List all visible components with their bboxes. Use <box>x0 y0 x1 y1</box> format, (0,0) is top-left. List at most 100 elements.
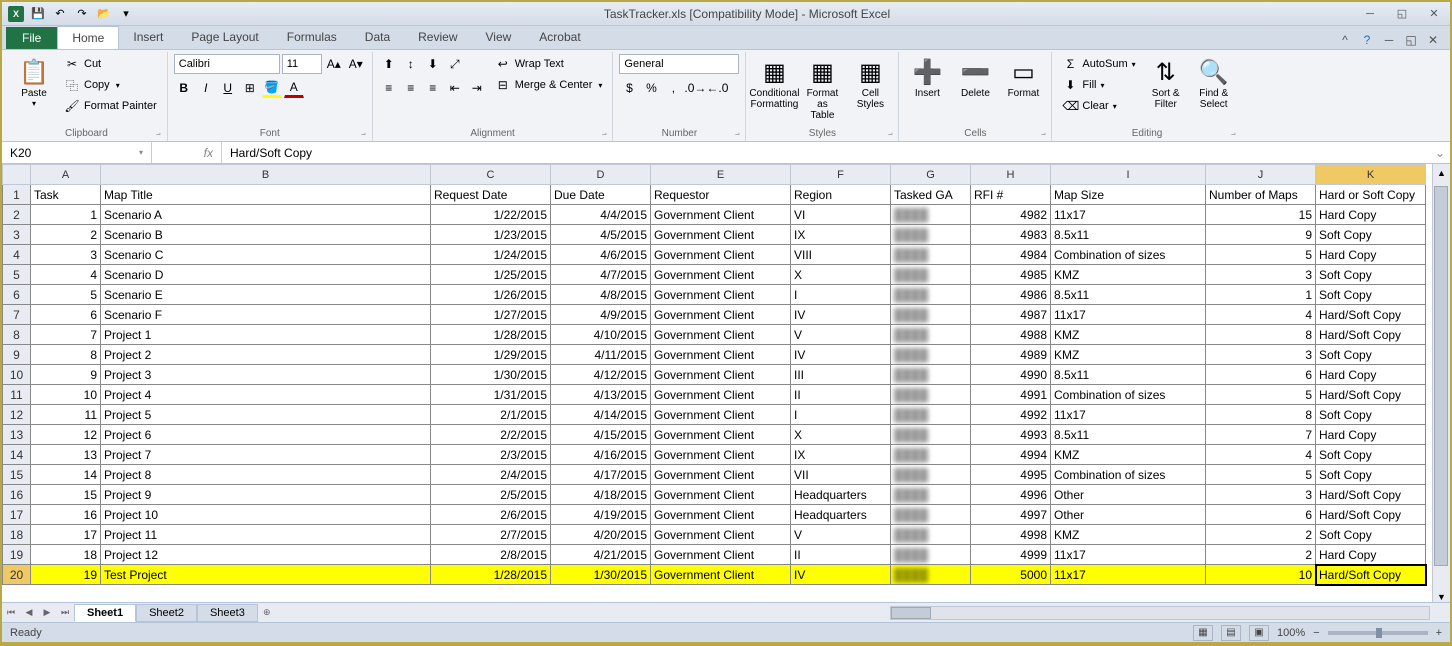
copy-button[interactable]: ⿻Copy▾ <box>60 75 161 95</box>
cell[interactable]: Government Client <box>651 385 791 405</box>
cell[interactable]: 1 <box>31 205 101 225</box>
cell[interactable]: Combination of sizes <box>1051 245 1206 265</box>
cell[interactable]: ████ <box>891 465 971 485</box>
file-tab[interactable]: File <box>6 27 57 49</box>
underline-button[interactable]: U <box>218 78 238 98</box>
cell[interactable]: 19 <box>31 565 101 585</box>
row-header-5[interactable]: 5 <box>3 265 31 285</box>
cell[interactable]: VII <box>791 465 891 485</box>
cell[interactable]: Government Client <box>651 485 791 505</box>
cell[interactable]: 8 <box>1206 325 1316 345</box>
cell[interactable]: ████ <box>891 225 971 245</box>
cell[interactable]: 2/8/2015 <box>431 545 551 565</box>
cell[interactable]: 4/5/2015 <box>551 225 651 245</box>
tab-formulas[interactable]: Formulas <box>273 26 351 49</box>
cell[interactable]: 1/22/2015 <box>431 205 551 225</box>
cell[interactable]: 4995 <box>971 465 1051 485</box>
cell[interactable]: Soft Copy <box>1316 225 1426 245</box>
cell[interactable]: 1/24/2015 <box>431 245 551 265</box>
cell[interactable]: II <box>791 385 891 405</box>
sheet-tab-sheet2[interactable]: Sheet2 <box>136 604 197 622</box>
tab-insert[interactable]: Insert <box>119 26 177 49</box>
zoom-in-icon[interactable]: + <box>1436 627 1442 639</box>
cell[interactable]: Hard Copy <box>1316 365 1426 385</box>
cell[interactable]: Scenario F <box>101 305 431 325</box>
find-select-button[interactable]: 🔍Find & Select <box>1192 54 1236 112</box>
cell[interactable]: 8 <box>31 345 101 365</box>
cell[interactable]: X <box>791 425 891 445</box>
cell[interactable]: 1/30/2015 <box>551 565 651 585</box>
cell[interactable]: 8.5x11 <box>1051 425 1206 445</box>
cell[interactable]: Government Client <box>651 245 791 265</box>
cell[interactable]: 4/6/2015 <box>551 245 651 265</box>
cell[interactable]: ████ <box>891 505 971 525</box>
cell[interactable]: Hard/Soft Copy <box>1316 325 1426 345</box>
col-header-A[interactable]: A <box>31 165 101 185</box>
cell[interactable]: 2/1/2015 <box>431 405 551 425</box>
cell[interactable]: 4989 <box>971 345 1051 365</box>
cell[interactable]: 10 <box>1206 565 1316 585</box>
row-header-3[interactable]: 3 <box>3 225 31 245</box>
normal-view-icon[interactable]: ▦ <box>1193 625 1213 641</box>
cell[interactable]: 11x17 <box>1051 545 1206 565</box>
cell[interactable]: 4/19/2015 <box>551 505 651 525</box>
tab-view[interactable]: View <box>472 26 526 49</box>
workbook-restore-icon[interactable]: ◱ <box>1402 31 1420 49</box>
cell[interactable]: Hard Copy <box>1316 425 1426 445</box>
cell[interactable]: 11x17 <box>1051 305 1206 325</box>
cell[interactable]: 2/2/2015 <box>431 425 551 445</box>
cell[interactable]: ████ <box>891 205 971 225</box>
cell[interactable]: 4999 <box>971 545 1051 565</box>
cell[interactable]: 9 <box>31 365 101 385</box>
cell[interactable]: 2/7/2015 <box>431 525 551 545</box>
cell[interactable]: Government Client <box>651 205 791 225</box>
autosum-button[interactable]: ΣAutoSum▾ <box>1058 54 1139 74</box>
cell[interactable]: 4991 <box>971 385 1051 405</box>
border-button[interactable]: ⊞ <box>240 78 260 98</box>
fill-button[interactable]: ⬇Fill▾ <box>1058 75 1139 95</box>
cell[interactable]: 4/7/2015 <box>551 265 651 285</box>
fill-color-button[interactable]: 🪣 <box>262 78 282 98</box>
delete-cells-button[interactable]: ➖Delete <box>953 54 997 101</box>
col-header-E[interactable]: E <box>651 165 791 185</box>
paste-button[interactable]: 📋 Paste ▾ <box>12 54 56 110</box>
cell[interactable]: Soft Copy <box>1316 525 1426 545</box>
cell[interactable]: Government Client <box>651 225 791 245</box>
decrease-indent-icon[interactable]: ⇤ <box>445 78 465 98</box>
conditional-formatting-button[interactable]: ▦Conditional Formatting <box>752 54 796 112</box>
cell[interactable]: 4993 <box>971 425 1051 445</box>
cell[interactable]: Hard/Soft Copy <box>1316 505 1426 525</box>
cell[interactable]: VI <box>791 205 891 225</box>
vertical-scroll-thumb[interactable] <box>1434 186 1448 566</box>
cell[interactable]: Project 4 <box>101 385 431 405</box>
row-header-20[interactable]: 20 <box>3 565 31 585</box>
cell[interactable]: 16 <box>31 505 101 525</box>
cell[interactable]: 8.5x11 <box>1051 225 1206 245</box>
cell[interactable]: 1 <box>1206 285 1316 305</box>
increase-font-icon[interactable]: A▴ <box>324 54 344 74</box>
cell[interactable]: Project 6 <box>101 425 431 445</box>
cell[interactable]: 4982 <box>971 205 1051 225</box>
cell[interactable]: 4 <box>1206 445 1316 465</box>
header-cell[interactable]: Task <box>31 185 101 205</box>
cell[interactable]: 17 <box>31 525 101 545</box>
cell[interactable]: 6 <box>1206 365 1316 385</box>
cell[interactable]: ████ <box>891 305 971 325</box>
save-button[interactable]: 💾 <box>28 4 48 24</box>
cell[interactable]: VIII <box>791 245 891 265</box>
workbook-close-icon[interactable]: ✕ <box>1424 31 1442 49</box>
restore-button[interactable]: ◱ <box>1390 5 1414 23</box>
cell[interactable]: V <box>791 525 891 545</box>
cell[interactable]: 4/11/2015 <box>551 345 651 365</box>
spreadsheet-grid[interactable]: ABCDEFGHIJK 1TaskMap TitleRequest DateDu… <box>2 164 1426 585</box>
cell[interactable]: 1/31/2015 <box>431 385 551 405</box>
header-cell[interactable]: RFI # <box>971 185 1051 205</box>
sheet-last-icon[interactable]: ⏭ <box>56 604 74 622</box>
col-header-I[interactable]: I <box>1051 165 1206 185</box>
cell[interactable]: 4983 <box>971 225 1051 245</box>
cell[interactable]: 9 <box>1206 225 1316 245</box>
cell[interactable]: Hard/Soft Copy <box>1316 385 1426 405</box>
header-cell[interactable]: Region <box>791 185 891 205</box>
cell[interactable]: 4985 <box>971 265 1051 285</box>
cell[interactable]: 5 <box>31 285 101 305</box>
